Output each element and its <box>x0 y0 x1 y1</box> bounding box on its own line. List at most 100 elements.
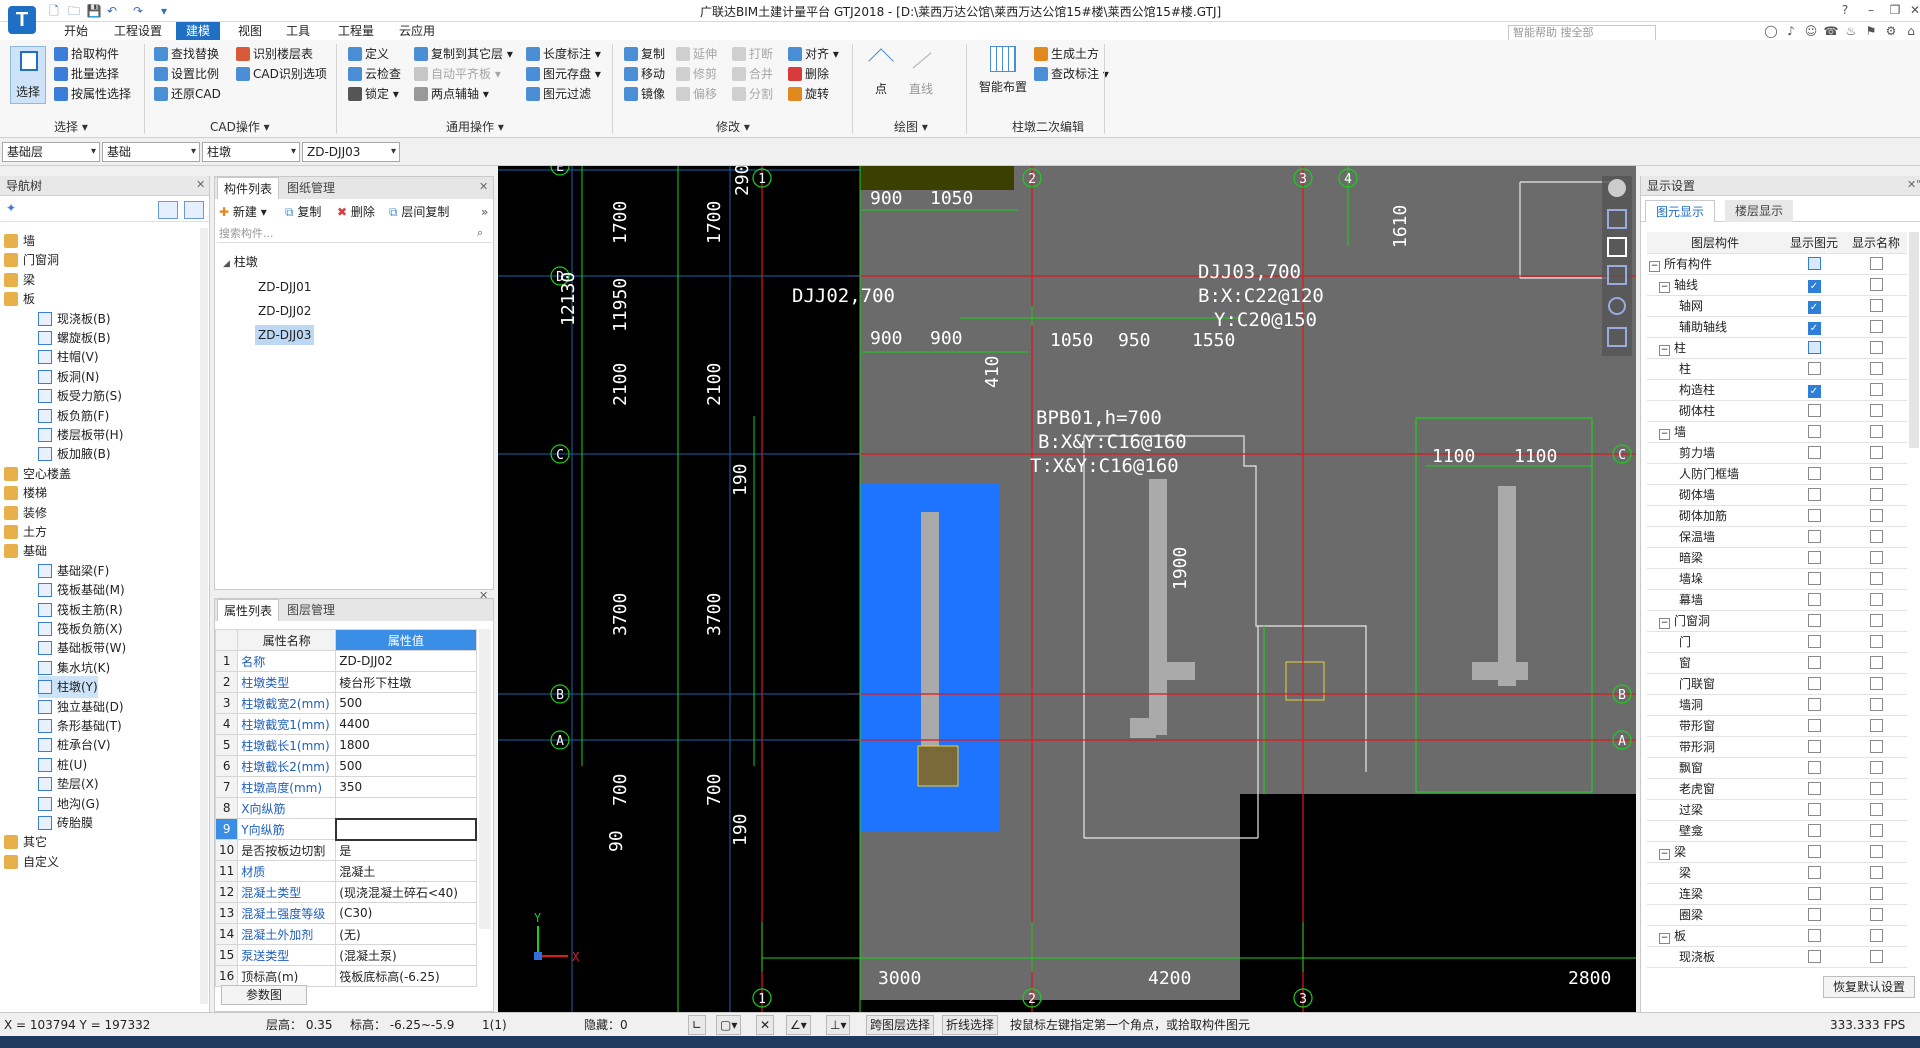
element-filter-button[interactable]: 图元过滤 <box>526 84 591 104</box>
display-row[interactable]: − 轴线 ✓ <box>1647 274 1907 296</box>
show-name-checkbox[interactable] <box>1869 907 1883 921</box>
property-value[interactable]: (C30) <box>335 902 477 924</box>
two-point-aux-axis-button[interactable]: 两点辅轴 ▾ <box>414 84 489 104</box>
auto-flush-slab-button[interactable]: 自动平齐板 ▾ <box>414 64 501 84</box>
tab-quantities[interactable]: 工程量 <box>334 22 378 40</box>
show-element-checkbox[interactable]: ✓ <box>1807 385 1821 398</box>
grid-view-icon[interactable] <box>184 201 204 219</box>
display-row[interactable]: − 板 <box>1647 925 1907 947</box>
property-value[interactable]: ZD-DJJ02 <box>335 650 477 672</box>
display-row[interactable]: 墙洞 <box>1647 694 1907 716</box>
show-name-checkbox[interactable] <box>1869 634 1883 648</box>
length-dimension-button[interactable]: 长度标注 ▾ <box>526 44 601 64</box>
copy-button[interactable]: 复制 <box>624 44 665 64</box>
tab-layer-manage[interactable]: 图层管理 <box>281 599 342 621</box>
tab-tools[interactable]: 工具 <box>282 22 314 40</box>
display-row[interactable]: 老虎窗 <box>1647 778 1907 800</box>
display-row[interactable]: 梁 <box>1647 862 1907 884</box>
cross-toggle-icon[interactable]: ✕ <box>756 1015 775 1035</box>
minimize-icon[interactable]: – <box>1862 2 1880 18</box>
show-name-checkbox[interactable] <box>1869 361 1883 375</box>
show-element-checkbox[interactable] <box>1807 592 1821 606</box>
display-row[interactable]: − 所有构件 <box>1647 253 1907 275</box>
show-name-checkbox[interactable] <box>1869 466 1883 480</box>
angle-toggle-icon[interactable]: ∠▾ <box>786 1015 811 1035</box>
show-name-checkbox[interactable] <box>1869 550 1883 564</box>
redo-icon[interactable]: ↷ <box>130 3 146 19</box>
display-row[interactable]: 带形窗 <box>1647 715 1907 737</box>
show-name-checkbox[interactable] <box>1869 697 1883 711</box>
show-element-checkbox[interactable] <box>1807 928 1821 942</box>
show-element-checkbox[interactable] <box>1807 718 1821 732</box>
parameter-diagram-button[interactable]: 参数图 <box>221 985 307 1005</box>
nav-item[interactable]: 板 <box>4 288 35 310</box>
nav-item[interactable]: 自定义 <box>4 851 59 873</box>
show-element-checkbox[interactable] <box>1807 697 1821 711</box>
property-value[interactable]: 混凝土 <box>335 860 477 882</box>
property-row[interactable]: 8 X向纵筋 <box>214 797 477 819</box>
undo-icon[interactable]: ↶ <box>104 3 120 19</box>
chat-icon[interactable]: ☺ <box>1802 23 1820 39</box>
display-row[interactable]: − 柱 <box>1647 337 1907 359</box>
show-name-checkbox[interactable] <box>1869 445 1883 459</box>
extend-button[interactable]: 延伸 <box>676 44 717 64</box>
property-row[interactable]: 16 顶标高(m) 筏板底标高(-6.25) <box>214 965 477 987</box>
save-icon[interactable]: 💾 <box>86 3 102 19</box>
show-name-checkbox[interactable] <box>1869 949 1883 963</box>
display-row[interactable]: 保温墙 <box>1647 526 1907 548</box>
cloud-check-button[interactable]: 云检查 <box>348 64 401 84</box>
component-type-select[interactable]: 柱墩 <box>202 142 300 162</box>
show-element-checkbox[interactable] <box>1807 886 1821 900</box>
property-row[interactable]: 3 柱墩截宽2(mm) 500 <box>214 692 477 714</box>
pin-icon[interactable]: ⌂ <box>1902 23 1920 39</box>
property-value[interactable]: 4400 <box>335 713 477 735</box>
close-icon[interactable]: ✕ <box>1906 2 1920 18</box>
floor-select[interactable]: 基础层 <box>2 142 100 162</box>
property-value[interactable]: (混凝土泵) <box>335 944 477 966</box>
collapse-icon[interactable]: − <box>1649 261 1660 272</box>
property-row[interactable]: 11 材质 混凝土 <box>214 860 477 882</box>
copy-between-floors-button[interactable]: ⧉ 层间复制 <box>389 201 449 223</box>
display-row[interactable]: 门联窗 <box>1647 673 1907 695</box>
smart-layout-button[interactable]: 智能布置 <box>976 44 1030 102</box>
display-row[interactable]: 人防门框墙 <box>1647 463 1907 485</box>
set-scale-button[interactable]: 设置比例 <box>154 64 219 84</box>
tab-project-settings[interactable]: 工程设置 <box>110 22 166 40</box>
display-row[interactable]: 剪力墙 <box>1647 442 1907 464</box>
display-row[interactable]: 窗 <box>1647 652 1907 674</box>
show-element-checkbox[interactable] <box>1807 739 1821 753</box>
display-row[interactable]: 轴网 ✓ <box>1647 295 1907 317</box>
cross-layer-select-button[interactable]: 跨图层选择 <box>866 1015 935 1035</box>
show-element-checkbox[interactable] <box>1807 571 1821 585</box>
pick-component-button[interactable]: 拾取构件 <box>54 44 119 64</box>
tab-cloud[interactable]: 云应用 <box>395 22 439 40</box>
nav-scrollbar[interactable] <box>200 228 208 1004</box>
property-row[interactable]: 1 名称 ZD-DJJ02 <box>214 650 477 672</box>
show-name-checkbox[interactable] <box>1869 865 1883 879</box>
lock-button[interactable]: 锁定 ▾ <box>348 84 399 104</box>
show-name-checkbox[interactable] <box>1869 403 1883 417</box>
property-row[interactable]: 9 Y向纵筋 <box>214 817 478 841</box>
show-name-checkbox[interactable] <box>1869 298 1883 312</box>
select-by-property-button[interactable]: 按属性选择 <box>54 84 131 104</box>
tab-property-list[interactable]: 属性列表 <box>217 599 280 621</box>
component-select[interactable]: ZD-DJJ03 <box>302 142 400 162</box>
shirt-icon[interactable]: ⚑ <box>1862 23 1880 39</box>
show-name-checkbox[interactable] <box>1869 613 1883 627</box>
show-name-checkbox[interactable] <box>1869 655 1883 669</box>
app-logo[interactable]: T <box>8 6 36 34</box>
align-button[interactable]: 对齐 ▾ <box>788 44 839 64</box>
show-element-checkbox[interactable] <box>1807 403 1821 417</box>
show-element-checkbox[interactable] <box>1807 907 1821 921</box>
show-name-checkbox[interactable] <box>1869 718 1883 732</box>
display-row[interactable]: 壁龛 <box>1647 820 1907 842</box>
settings-icon[interactable]: ⚙ <box>1882 23 1900 39</box>
user-icon[interactable]: ◯ <box>1762 23 1780 39</box>
select-tool-button[interactable]: 选择 <box>10 46 46 104</box>
show-element-checkbox[interactable] <box>1807 361 1821 375</box>
display-row[interactable]: 幕墙 <box>1647 589 1907 611</box>
component-search-input[interactable]: 搜索构件... <box>217 225 491 243</box>
define-button[interactable]: 定义 <box>348 44 389 64</box>
orbit-icon[interactable] <box>1608 179 1626 197</box>
show-element-checkbox[interactable] <box>1807 760 1821 774</box>
